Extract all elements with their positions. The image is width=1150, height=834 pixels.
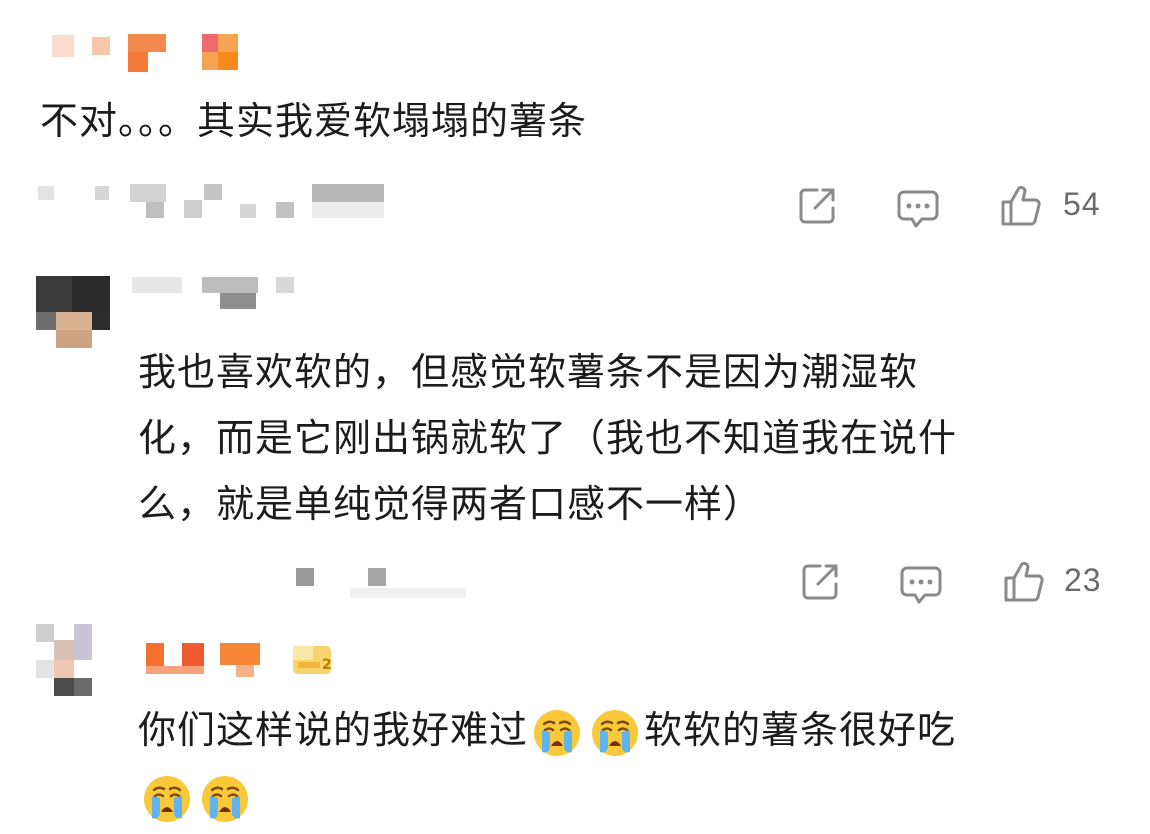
like-count: 23 bbox=[1064, 562, 1102, 598]
share-icon[interactable] bbox=[798, 560, 842, 604]
svg-text:2: 2 bbox=[322, 657, 332, 673]
crying-face-emoji bbox=[144, 775, 190, 822]
comment-text-line-2: 化，而是它刚出锅就软了（我也不知道我在说什 bbox=[138, 416, 958, 460]
thumbs-up-icon[interactable] bbox=[1002, 560, 1046, 604]
action-row: 54 bbox=[795, 184, 1115, 234]
like-count: 54 bbox=[1063, 186, 1101, 222]
comment-text-line-2 bbox=[138, 763, 254, 830]
share-icon[interactable] bbox=[795, 184, 839, 228]
crying-face-emoji bbox=[202, 775, 248, 822]
comment-text-line-1: 我也喜欢软的，但感觉软薯条不是因为潮湿软 bbox=[138, 350, 919, 394]
comment-text-part-2: 软软的薯条很好吃 bbox=[644, 708, 957, 752]
action-row: 23 bbox=[798, 560, 1118, 610]
thumbs-up-icon[interactable] bbox=[999, 184, 1043, 228]
comment-icon[interactable] bbox=[899, 564, 943, 606]
comment-icon[interactable] bbox=[896, 188, 940, 230]
crying-face-emoji bbox=[592, 709, 639, 756]
comment-text-line-1: 你们这样说的我好难过 软软的薯条很好吃 bbox=[138, 697, 956, 764]
comment-text: 不对。。。其实我爱软塌塌的薯条 bbox=[40, 99, 588, 143]
crying-face-emoji bbox=[534, 709, 581, 756]
comment-text-part-1: 你们这样说的我好难过 bbox=[138, 708, 529, 752]
comment-text-line-3: 么，就是单纯觉得两者口感不一样） bbox=[138, 482, 763, 526]
level-badge-icon: 2 bbox=[293, 646, 332, 674]
